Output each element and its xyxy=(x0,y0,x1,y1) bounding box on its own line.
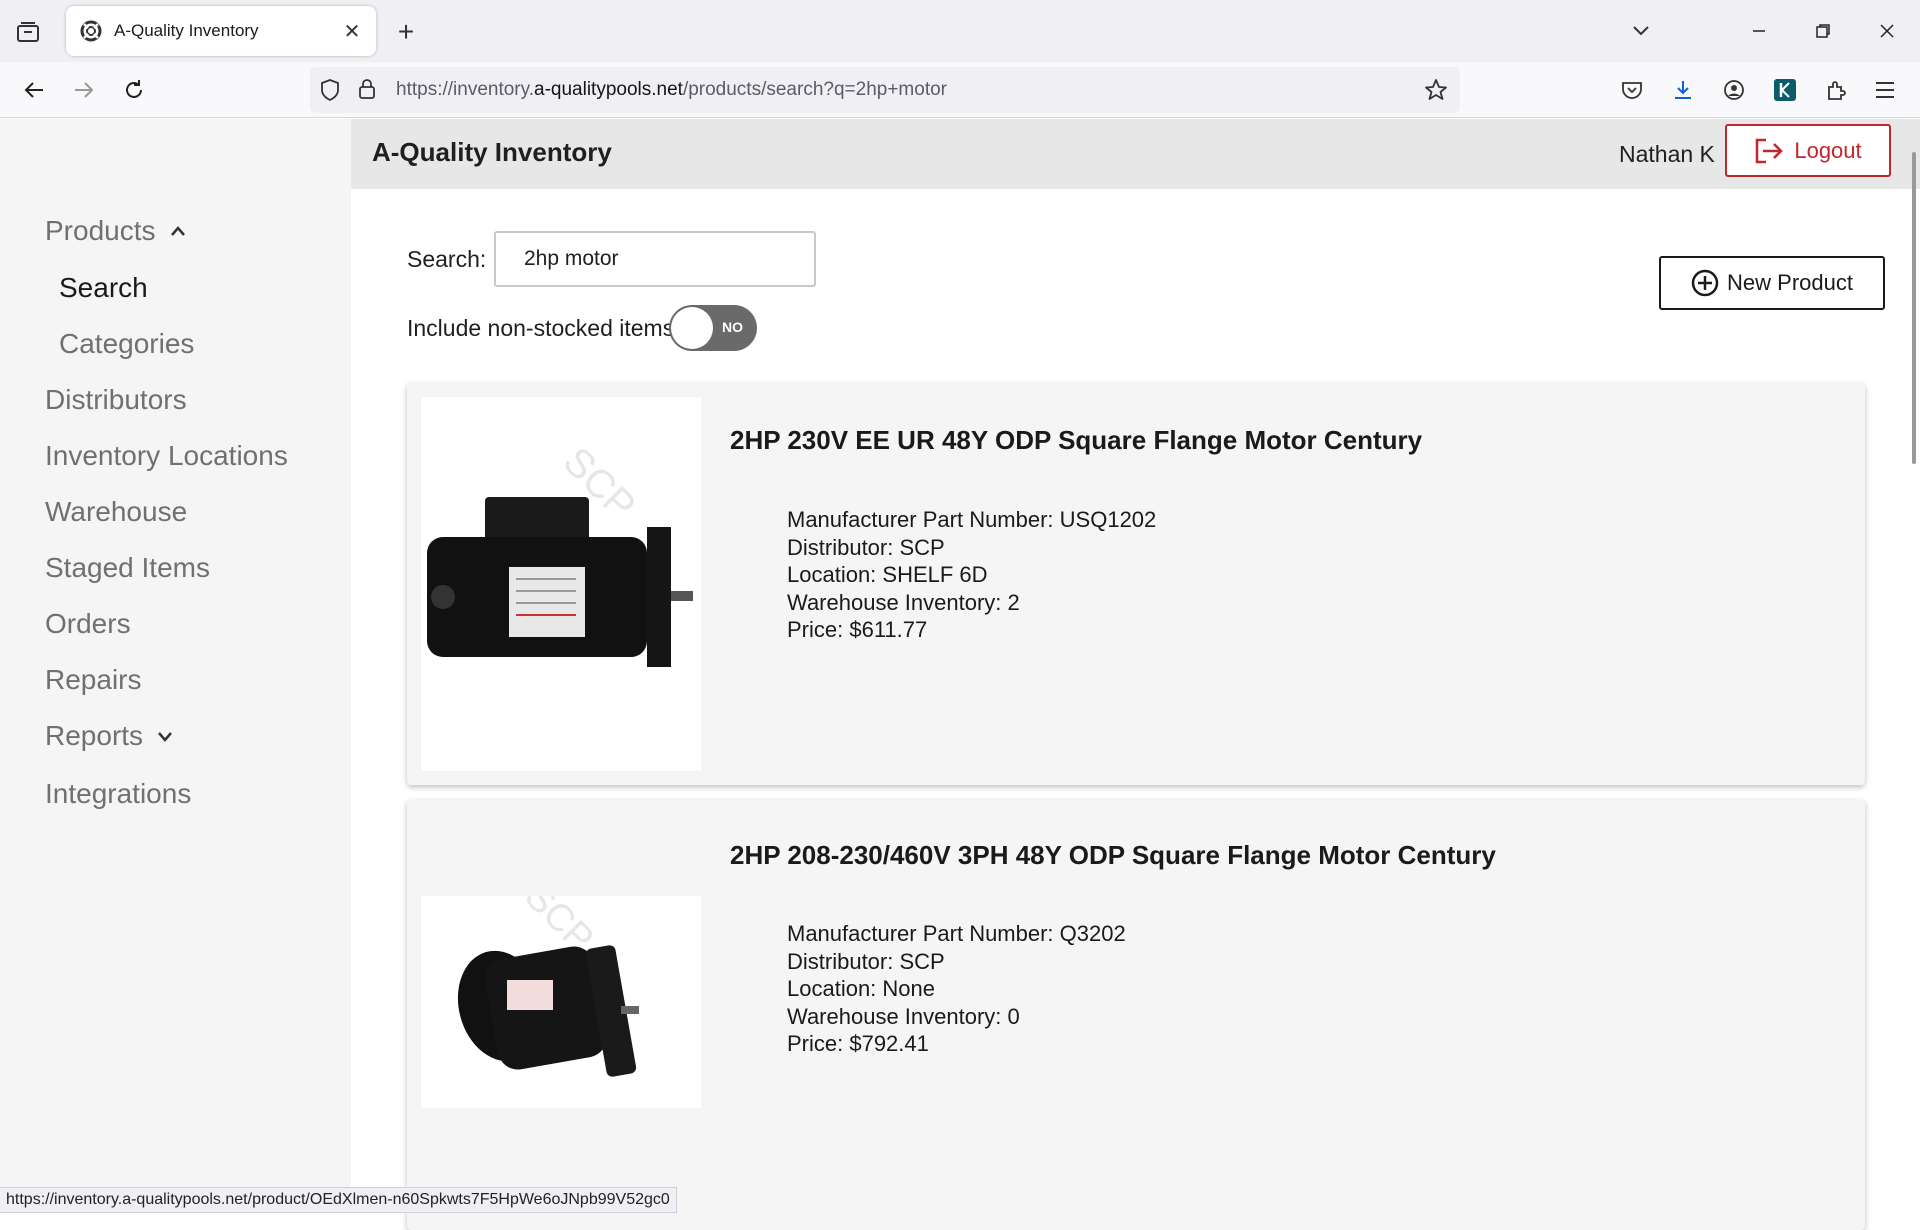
tab-title: A-Quality Inventory xyxy=(114,21,259,40)
motor-image-icon: SCP xyxy=(421,896,701,1108)
sidebar-item-label: Reports xyxy=(45,720,144,751)
sidebar-item-label: Search xyxy=(59,272,148,303)
logout-label: Logout xyxy=(1794,137,1862,163)
reload-icon[interactable] xyxy=(116,72,152,108)
minimize-icon[interactable] xyxy=(1742,14,1776,48)
toggle-label: Include non-stocked items xyxy=(407,315,675,341)
product-details: Manufacturer Part Number: Q3202 Distribu… xyxy=(787,920,1126,1058)
sidebar-item-label: Inventory Locations xyxy=(45,440,288,471)
app-title: A-Quality Inventory xyxy=(372,137,612,167)
account-icon[interactable] xyxy=(1716,72,1752,108)
sidebar-item-inventory-locations[interactable]: Inventory Locations xyxy=(45,440,288,472)
lifebuoy-favicon-icon xyxy=(80,20,102,42)
sidebar-item-products[interactable]: Products xyxy=(45,215,186,247)
warehouse-inventory: Warehouse Inventory: 0 xyxy=(787,1003,1020,1029)
status-bar-link-preview: https://inventory.a-qualitypools.net/pro… xyxy=(0,1187,677,1213)
new-product-button[interactable]: New Product xyxy=(1659,256,1885,310)
sidebar-item-repairs[interactable]: Repairs xyxy=(45,664,141,696)
chevron-down-icon xyxy=(157,730,173,742)
forward-arrow-icon[interactable] xyxy=(66,72,102,108)
sidebar-item-staged-items[interactable]: Staged Items xyxy=(45,552,210,584)
sidebar-item-label: Orders xyxy=(45,608,131,639)
sidebar-item-reports[interactable]: Reports xyxy=(45,720,173,752)
user-name: Nathan K xyxy=(1619,141,1715,167)
search-label: Search: xyxy=(407,246,487,272)
distributor: Distributor: SCP xyxy=(787,534,945,560)
browser-nav-bar: https://inventory.a-qualitypools.net/pro… xyxy=(0,62,1920,118)
restore-icon[interactable] xyxy=(1806,14,1840,48)
shield-icon[interactable] xyxy=(320,79,340,106)
browser-tab[interactable]: A-Quality Inventory ✕ xyxy=(66,6,376,56)
download-icon[interactable] xyxy=(1665,72,1701,108)
sidebar-item-label: Integrations xyxy=(45,778,192,809)
logout-icon xyxy=(1756,138,1784,163)
product-card[interactable]: SCP 2HP 230V EE UR 48Y ODP Square Flange… xyxy=(407,383,1865,785)
sidebar-item-label: Repairs xyxy=(45,664,142,695)
search-input[interactable] xyxy=(494,231,816,287)
motor-image-icon: SCP xyxy=(421,397,701,771)
price: Price: $611.77 xyxy=(787,617,928,642)
product-image[interactable]: SCP xyxy=(421,896,701,1108)
distributor: Distributor: SCP xyxy=(787,948,945,974)
extension-k-icon[interactable] xyxy=(1767,72,1803,108)
url-text[interactable]: https://inventory.a-qualitypools.net/pro… xyxy=(396,79,947,101)
new-tab-icon[interactable]: + xyxy=(390,16,422,48)
app-header: A-Quality Inventory Nathan K Logout xyxy=(351,119,1920,189)
hamburger-menu-icon[interactable] xyxy=(1867,72,1903,108)
sidebar-item-orders[interactable]: Orders xyxy=(45,608,131,640)
product-card[interactable]: SCP 2HP 208-230/460V 3PH 48Y ODP Square … xyxy=(407,800,1865,1230)
toggle-knob xyxy=(671,307,713,349)
product-details: Manufacturer Part Number: USQ1202 Distri… xyxy=(787,506,1156,644)
lock-icon[interactable] xyxy=(358,78,376,105)
extensions-puzzle-icon[interactable] xyxy=(1818,72,1854,108)
sidebar-item-label: Distributors xyxy=(45,384,187,415)
new-product-label: New Product xyxy=(1727,270,1853,295)
close-window-icon[interactable] xyxy=(1870,14,1904,48)
include-non-stocked-toggle[interactable]: NO xyxy=(669,305,757,351)
browser-tab-bar: A-Quality Inventory ✕ + xyxy=(0,0,1920,62)
sidebar-item-label: Products xyxy=(45,215,156,246)
main-content: Search: Include non-stocked items NO New… xyxy=(351,189,1920,1230)
warehouse-inventory: Warehouse Inventory: 2 xyxy=(787,589,1020,615)
product-title[interactable]: 2HP 208-230/460V 3PH 48Y ODP Square Flan… xyxy=(730,840,1496,871)
sidebar-item-categories[interactable]: Categories xyxy=(59,328,194,360)
sidebar-item-search[interactable]: Search xyxy=(59,272,148,304)
sidebar-item-label: Categories xyxy=(59,328,195,359)
tab-list-icon[interactable] xyxy=(12,16,44,48)
close-tab-icon[interactable]: ✕ xyxy=(340,19,364,43)
pocket-icon[interactable] xyxy=(1614,72,1650,108)
toggle-state: NO xyxy=(722,319,743,335)
product-image[interactable]: SCP xyxy=(421,397,701,771)
bookmark-star-icon[interactable] xyxy=(1424,78,1448,107)
back-arrow-icon[interactable] xyxy=(16,72,52,108)
url-bar[interactable]: https://inventory.a-qualitypools.net/pro… xyxy=(310,67,1460,113)
chevron-up-icon xyxy=(170,225,186,237)
price: Price: $792.41 xyxy=(787,1031,929,1056)
sidebar-item-integrations[interactable]: Integrations xyxy=(45,778,191,810)
sidebar-item-warehouse[interactable]: Warehouse xyxy=(45,496,187,528)
plus-circle-icon xyxy=(1691,269,1719,297)
location: Location: SHELF 6D xyxy=(787,562,988,587)
sidebar: Products Search Categories Distributors … xyxy=(0,119,351,1213)
location: Location: None xyxy=(787,976,935,1001)
logout-button[interactable]: Logout xyxy=(1725,124,1891,177)
scrollbar-thumb[interactable] xyxy=(1912,152,1916,464)
sidebar-item-label: Warehouse xyxy=(45,496,188,527)
product-title[interactable]: 2HP 230V EE UR 48Y ODP Square Flange Mot… xyxy=(730,425,1422,456)
sidebar-item-label: Staged Items xyxy=(45,552,210,583)
list-all-tabs-chevron-icon[interactable] xyxy=(1624,14,1658,48)
part-number: Manufacturer Part Number: USQ1202 xyxy=(787,507,1157,532)
sidebar-item-distributors[interactable]: Distributors xyxy=(45,384,187,416)
part-number: Manufacturer Part Number: Q3202 xyxy=(787,921,1126,946)
